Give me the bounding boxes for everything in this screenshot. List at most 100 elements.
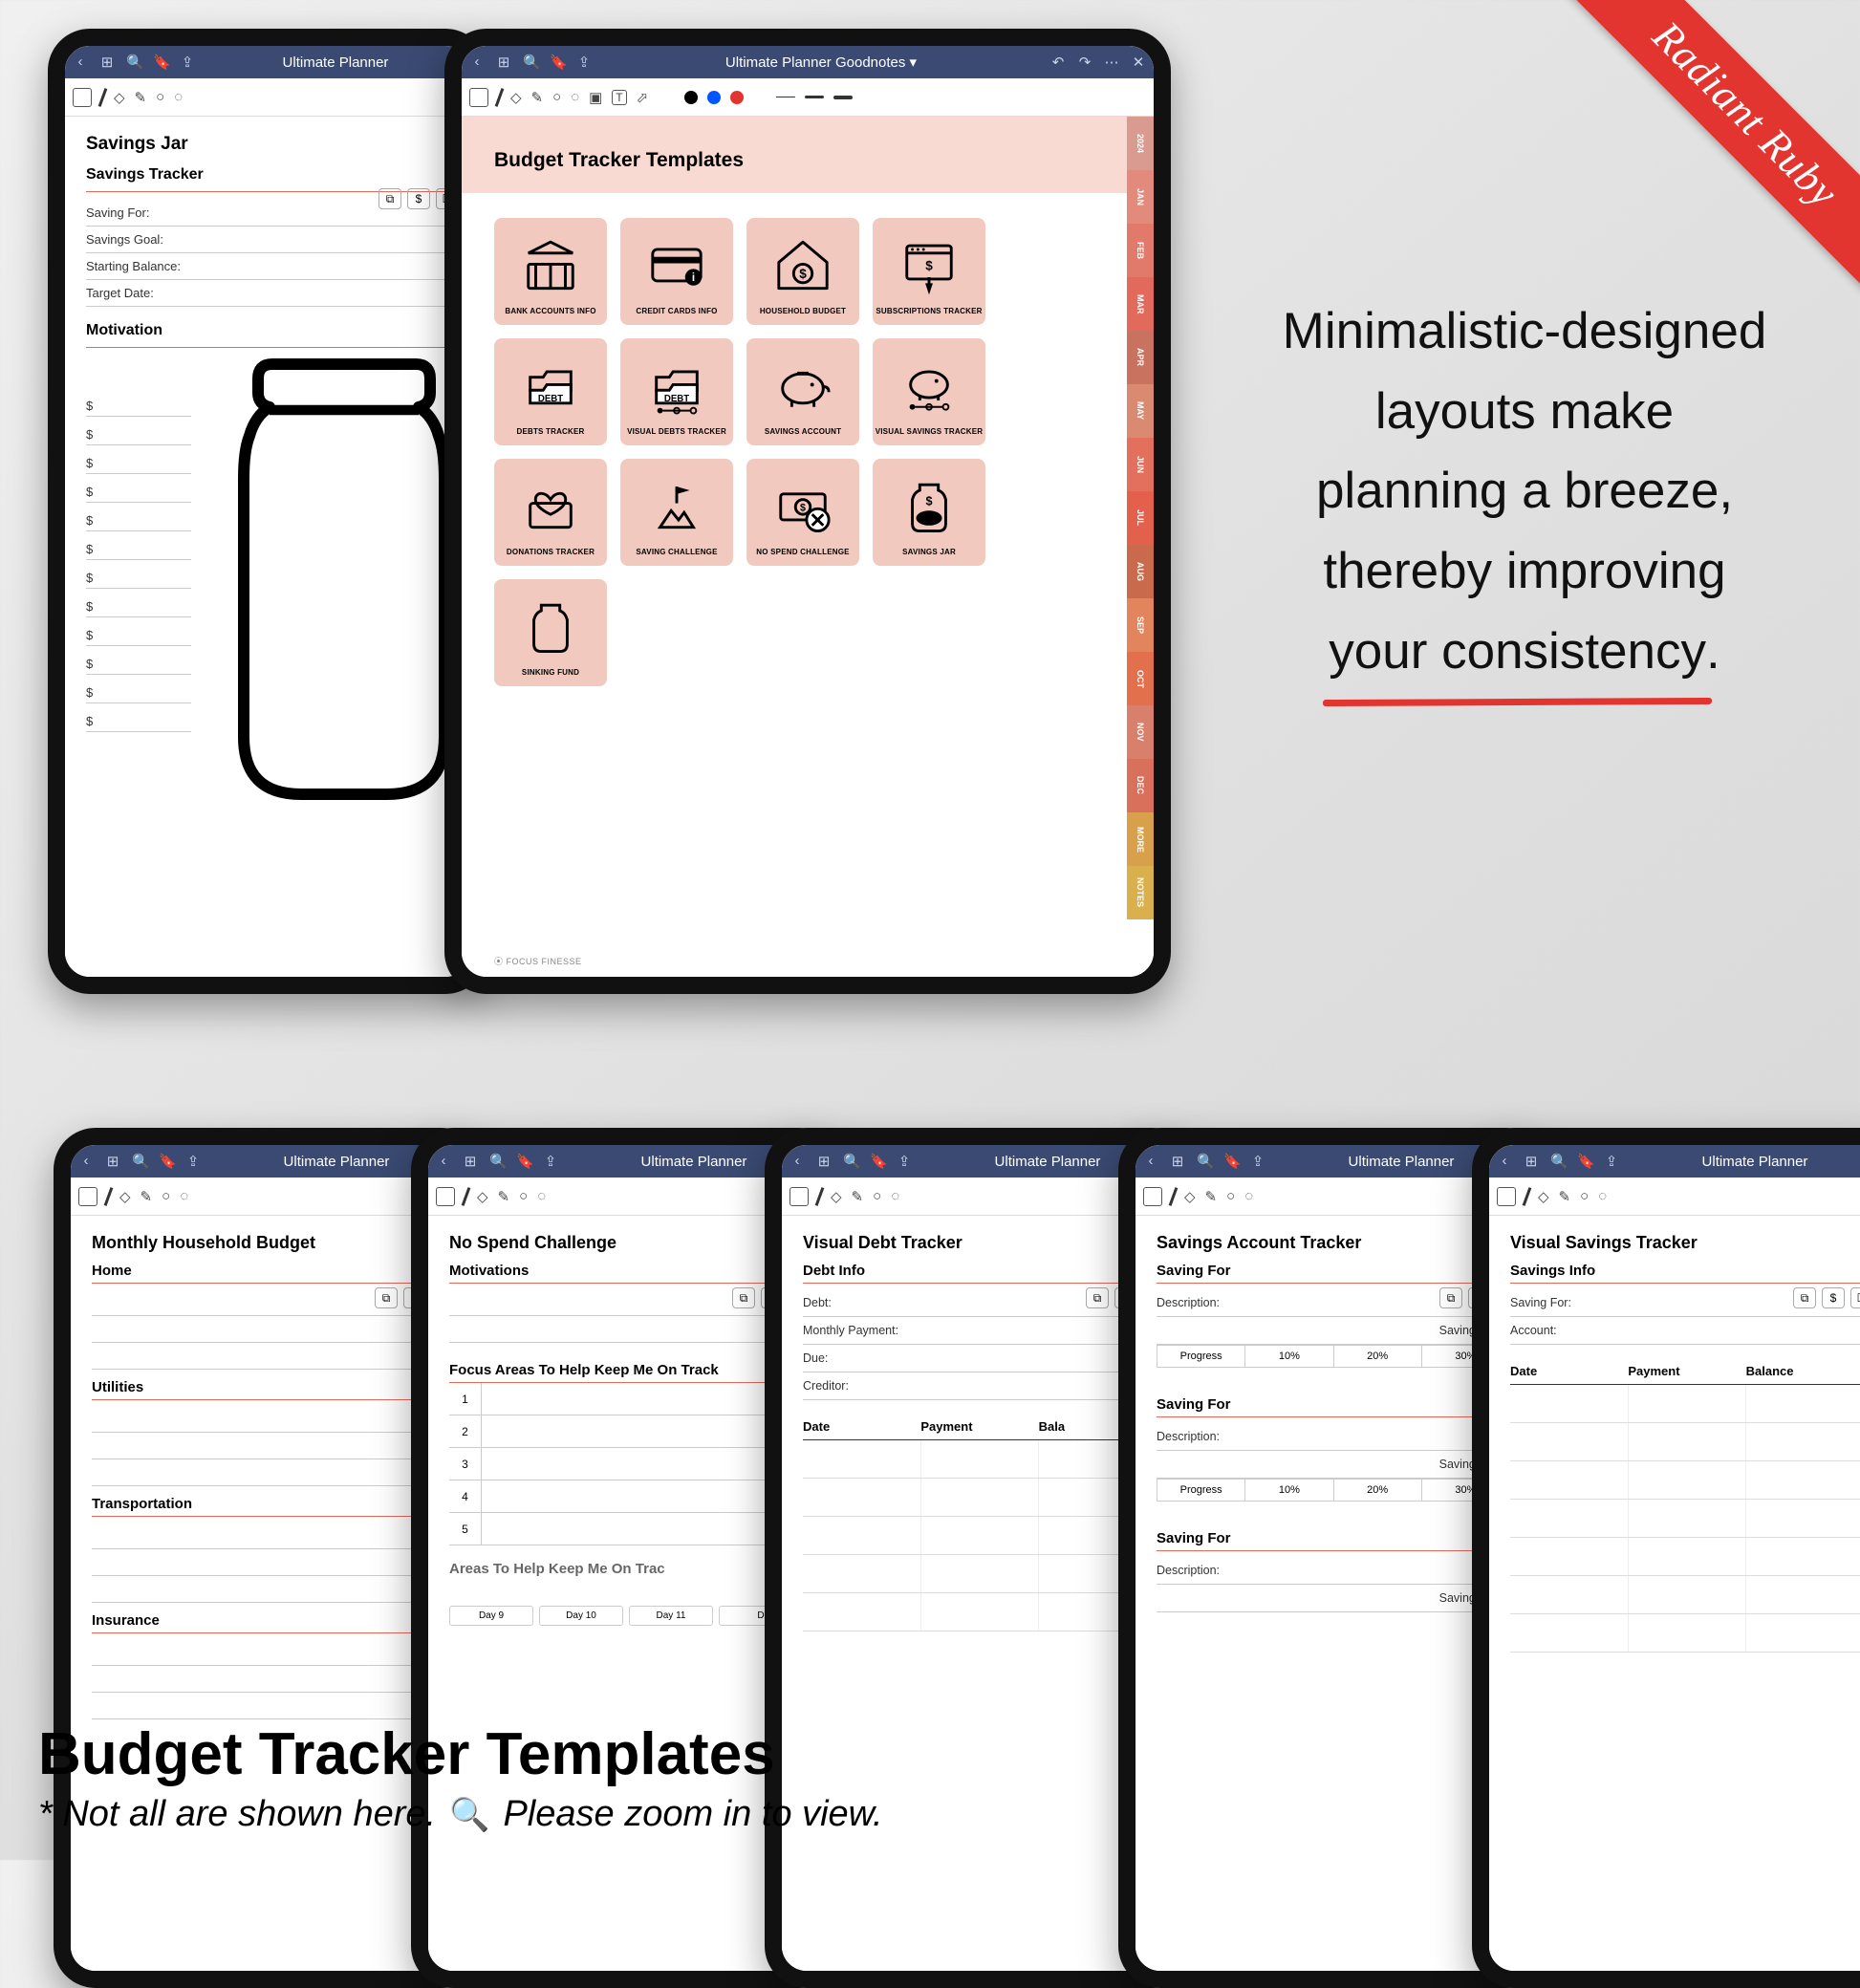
titlebar-icon[interactable]: ⇪ xyxy=(1604,1153,1619,1170)
titlebar-icon[interactable]: ⇪ xyxy=(185,1153,201,1170)
titlebar-icon[interactable]: ↷ xyxy=(1077,54,1092,71)
pen-tool-icon[interactable] xyxy=(495,88,505,107)
highlighter-icon[interactable]: ✎ xyxy=(852,1188,864,1205)
titlebar-icon[interactable]: 🔖 xyxy=(1223,1153,1239,1170)
lasso-icon[interactable]: ◌ xyxy=(1598,1188,1607,1204)
lasso-icon[interactable]: ◌ xyxy=(1244,1188,1253,1204)
template-tile[interactable]: $NO SPEND CHALLENGE xyxy=(746,459,859,566)
thumbnail-icon[interactable] xyxy=(73,88,92,107)
thumbnail-icon[interactable] xyxy=(78,1187,97,1206)
titlebar-icon[interactable]: ✕ xyxy=(1131,54,1146,71)
titlebar-icon[interactable]: 🔍 xyxy=(523,54,538,71)
shortcut-chip[interactable]: ⧉ xyxy=(378,188,401,209)
template-tile[interactable]: BANK ACCOUNTS INFO xyxy=(494,218,607,325)
titlebar-icon[interactable]: 🔍 xyxy=(1197,1153,1212,1170)
thumbnail-icon[interactable] xyxy=(1143,1187,1162,1206)
titlebar-icon[interactable]: ⇪ xyxy=(180,54,195,71)
titlebar-icon[interactable]: 🔍 xyxy=(126,54,141,71)
month-tab[interactable]: 2024 xyxy=(1127,117,1154,170)
shortcut-chip[interactable]: $ xyxy=(407,188,430,209)
shortcut-chip[interactable]: ⧉ xyxy=(732,1287,755,1308)
shape-icon[interactable]: ○ xyxy=(1580,1188,1589,1204)
shape-icon[interactable]: ○ xyxy=(162,1188,170,1204)
thumbnail-icon[interactable] xyxy=(1497,1187,1516,1206)
month-tab[interactable]: MORE xyxy=(1127,812,1154,866)
template-tile[interactable]: SAVINGS ACCOUNT xyxy=(746,338,859,445)
titlebar-icon[interactable]: ⊞ xyxy=(463,1153,478,1170)
month-tab[interactable]: DEC xyxy=(1127,759,1154,812)
template-tile[interactable]: VISUAL SAVINGS TRACKER xyxy=(873,338,985,445)
pen-tool-icon[interactable] xyxy=(1169,1187,1179,1206)
titlebar-icon[interactable]: ‹ xyxy=(436,1153,451,1170)
shortcut-chip[interactable]: ⧉ xyxy=(1439,1287,1462,1308)
highlighter-icon[interactable]: ✎ xyxy=(141,1188,153,1205)
titlebar-icon[interactable]: 🔍 xyxy=(489,1153,505,1170)
titlebar-icon[interactable]: ⇪ xyxy=(897,1153,912,1170)
pen-tool-icon[interactable] xyxy=(1523,1187,1532,1206)
titlebar-icon[interactable]: ‹ xyxy=(789,1153,805,1170)
eraser-icon[interactable]: ◇ xyxy=(510,89,522,106)
titlebar-icon[interactable]: ⇪ xyxy=(576,54,592,71)
stroke-thin-icon[interactable] xyxy=(776,97,795,98)
month-tab[interactable]: MAY xyxy=(1127,384,1154,438)
month-tab[interactable]: APR xyxy=(1127,331,1154,384)
highlighter-icon[interactable]: ✎ xyxy=(498,1188,510,1205)
stroke-med-icon[interactable] xyxy=(805,96,824,98)
titlebar-icon[interactable]: ⇪ xyxy=(1250,1153,1265,1170)
month-tab[interactable]: FEB xyxy=(1127,224,1154,277)
month-tab[interactable]: JAN xyxy=(1127,170,1154,224)
lasso-icon[interactable]: ◌ xyxy=(891,1188,899,1204)
titlebar-icon[interactable]: ‹ xyxy=(1497,1153,1512,1170)
lasso-icon[interactable]: ◌ xyxy=(180,1188,188,1204)
pen-tool-icon[interactable] xyxy=(815,1187,825,1206)
month-tab[interactable]: MAR xyxy=(1127,277,1154,331)
color-swatch-blue[interactable] xyxy=(707,91,721,104)
titlebar-icon[interactable]: 🔖 xyxy=(1577,1153,1592,1170)
template-tile[interactable]: SAVING CHALLENGE xyxy=(620,459,733,566)
shortcut-chip[interactable]: ⧉ xyxy=(1086,1287,1109,1308)
titlebar-icon[interactable]: ⇪ xyxy=(543,1153,558,1170)
template-tile[interactable]: iCREDIT CARDS INFO xyxy=(620,218,733,325)
pointer-tool-icon[interactable]: ⬀ xyxy=(637,89,649,106)
shape-icon[interactable]: ○ xyxy=(1226,1188,1235,1204)
eraser-icon[interactable]: ◇ xyxy=(831,1188,842,1205)
month-tab[interactable]: AUG xyxy=(1127,545,1154,598)
titlebar-icon[interactable]: ‹ xyxy=(1143,1153,1158,1170)
stroke-thick-icon[interactable] xyxy=(833,96,853,99)
text-tool-icon[interactable]: T xyxy=(612,90,626,105)
shortcut-chip[interactable]: ⧉ xyxy=(375,1287,398,1308)
titlebar-icon[interactable]: 🔍 xyxy=(843,1153,858,1170)
titlebar-icon[interactable]: ⊞ xyxy=(816,1153,832,1170)
lasso-icon[interactable]: ◌ xyxy=(571,89,579,105)
color-swatch-black[interactable] xyxy=(684,91,698,104)
thumbnail-icon[interactable] xyxy=(436,1187,455,1206)
titlebar-icon[interactable]: ‹ xyxy=(78,1153,94,1170)
lasso-icon[interactable]: ◌ xyxy=(537,1188,546,1204)
template-tile[interactable]: SINKING FUND xyxy=(494,579,607,686)
pen-tool-icon[interactable] xyxy=(98,88,108,107)
template-tile[interactable]: $HOUSEHOLD BUDGET xyxy=(746,218,859,325)
titlebar-icon[interactable]: 🔍 xyxy=(1550,1153,1566,1170)
thumbnail-icon[interactable] xyxy=(469,88,488,107)
titlebar-icon[interactable]: 🔖 xyxy=(516,1153,531,1170)
titlebar-icon[interactable]: ⊞ xyxy=(105,1153,120,1170)
image-tool-icon[interactable]: ▣ xyxy=(589,89,602,106)
template-tile[interactable]: DEBTDEBTS TRACKER xyxy=(494,338,607,445)
shortcut-chip[interactable]: ⧉ xyxy=(1793,1287,1816,1308)
pen-tool-icon[interactable] xyxy=(462,1187,471,1206)
month-tab[interactable]: SEP xyxy=(1127,598,1154,652)
month-tab[interactable]: NOTES xyxy=(1127,866,1154,919)
month-tab[interactable]: JUL xyxy=(1127,491,1154,545)
titlebar-icon[interactable]: 🔖 xyxy=(153,54,168,71)
titlebar-icon[interactable]: ‹ xyxy=(73,54,88,71)
eraser-icon[interactable]: ◇ xyxy=(114,89,125,106)
titlebar-icon[interactable]: ‹ xyxy=(469,54,485,71)
titlebar-icon[interactable]: ⋯ xyxy=(1104,54,1119,71)
shape-icon[interactable]: ○ xyxy=(156,89,164,105)
titlebar-icon[interactable]: ↶ xyxy=(1050,54,1066,71)
titlebar-icon[interactable]: 🔖 xyxy=(159,1153,174,1170)
titlebar-icon[interactable]: ⊞ xyxy=(99,54,115,71)
template-tile[interactable]: $SUBSCRIPTIONS TRACKER xyxy=(873,218,985,325)
highlighter-icon[interactable]: ✎ xyxy=(531,89,544,106)
titlebar-icon[interactable]: 🔖 xyxy=(550,54,565,71)
